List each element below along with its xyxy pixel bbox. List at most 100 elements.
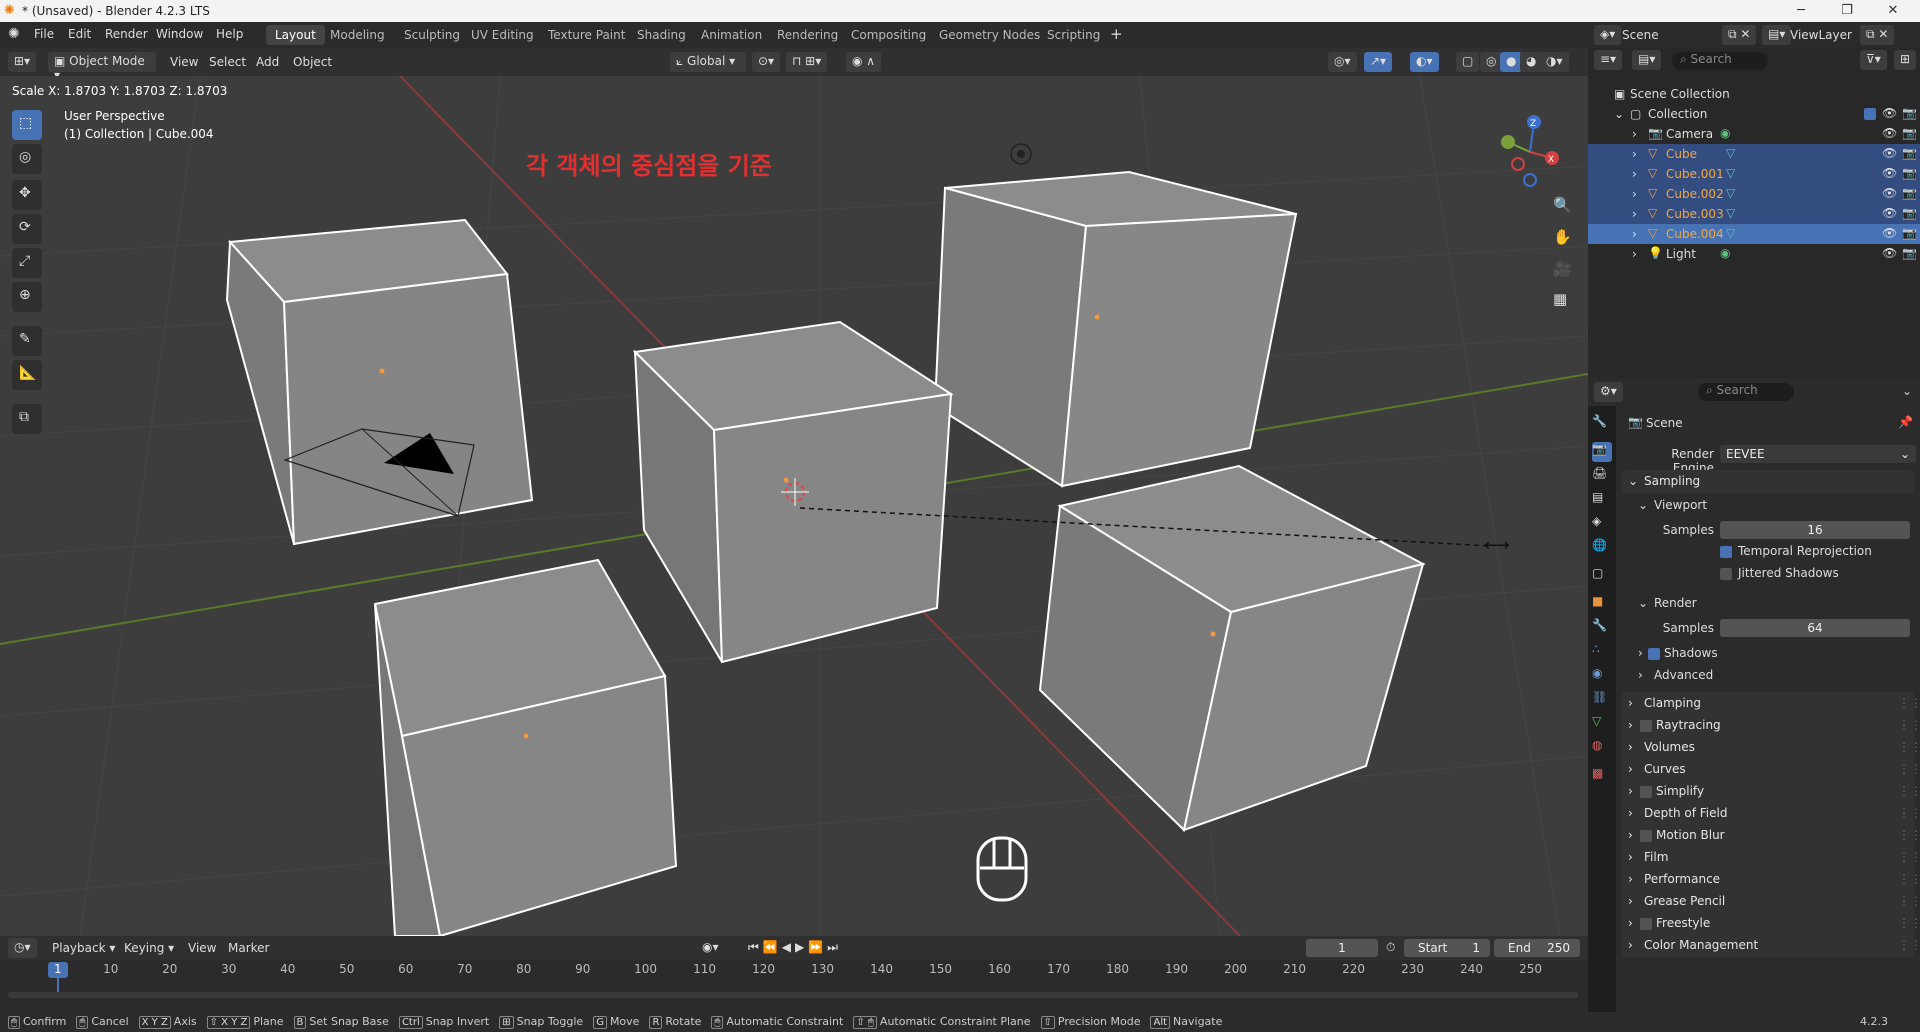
expand-arrow-icon[interactable]: › (1632, 207, 1637, 221)
subsection-render[interactable]: ⌄ Render (1616, 592, 1920, 616)
subsection-advanced[interactable]: › Advanced (1616, 664, 1920, 688)
mesh-data-icon[interactable]: ▽ (1726, 166, 1735, 180)
section-clamping[interactable]: › Clamping ⋮⋮ (1622, 692, 1920, 716)
visibility-eye-icon[interactable]: 👁 (1882, 226, 1897, 240)
render-tab-icon[interactable]: 📷 (1592, 442, 1612, 462)
neg-x-axis-icon[interactable] (1511, 157, 1525, 171)
mesh-data-icon[interactable]: ▽ (1726, 206, 1735, 220)
view-layer-name[interactable]: ViewLayer (1790, 28, 1852, 42)
pivot-icon[interactable]: ⊙▾ (752, 52, 781, 72)
object-tab-icon[interactable]: ■ (1592, 594, 1612, 614)
texture-tab-icon[interactable]: ▩ (1592, 766, 1612, 786)
outliner-item[interactable]: › 📷 Camera ◉ 👁 📷 (1588, 124, 1920, 144)
drag-handle-icon[interactable]: ⋮⋮ (1898, 696, 1920, 710)
constraints-tab-icon[interactable]: ⛓ (1592, 690, 1612, 710)
physics-tab-icon[interactable]: ◉ (1592, 666, 1612, 686)
outliner-search-input[interactable]: ⌕ Search (1672, 52, 1768, 70)
render-camera-icon[interactable]: 📷 (1902, 166, 1917, 180)
shading-rendered-icon[interactable]: ◑▾ (1540, 52, 1569, 72)
modifier-tab-icon[interactable]: 🔧 (1592, 618, 1612, 638)
add-workspace-icon[interactable]: + (1110, 25, 1123, 43)
proportional-edit-icon[interactable]: ◉ ∧ (846, 52, 882, 72)
expand-arrow-icon[interactable]: › (1632, 167, 1637, 181)
expand-arrow-icon[interactable]: › (1632, 227, 1637, 241)
drag-handle-icon[interactable]: ⋮⋮ (1898, 872, 1920, 886)
tab-shading[interactable]: Shading (628, 25, 695, 45)
section-film[interactable]: › Film ⋮⋮ (1622, 846, 1920, 870)
outliner-scene-collection[interactable]: ▣ Scene Collection (1588, 84, 1920, 104)
section-volumes[interactable]: › Volumes ⋮⋮ (1622, 736, 1920, 760)
expand-arrow-icon[interactable]: › (1632, 247, 1637, 261)
drag-handle-icon[interactable]: ⋮⋮ (1898, 806, 1920, 820)
maximize-button[interactable]: ❐ (1824, 0, 1870, 22)
rotate-tool[interactable]: ⟳ (12, 214, 42, 244)
menu-help[interactable]: Help (216, 27, 243, 41)
expand-arrow-icon[interactable]: › (1632, 147, 1637, 161)
measure-tool[interactable]: 📐 (12, 360, 42, 390)
viewport-menu-object[interactable]: Object (293, 55, 332, 69)
xray-icon[interactable]: ▢ (1456, 52, 1480, 72)
new-scene-icon[interactable]: ⧉ ✕ (1722, 25, 1757, 45)
auto-key-icon[interactable]: ◉▾ (702, 940, 719, 954)
close-button[interactable]: ✕ (1870, 0, 1916, 22)
timeline-scrollbar[interactable] (8, 992, 1578, 998)
tab-geometry-nodes[interactable]: Geometry Nodes (930, 25, 1049, 45)
section-simplify[interactable]: › Simplify ⋮⋮ (1622, 780, 1920, 804)
render-engine-dropdown[interactable]: EEVEE ⌄ (1720, 445, 1916, 463)
scene-tab-icon[interactable]: ◈ (1592, 514, 1612, 534)
jittered-shadows-checkbox[interactable] (1720, 568, 1732, 580)
outliner-item[interactable]: › ▽ Cube.003 ▽ 👁 📷 (1588, 204, 1920, 224)
overlay-toggle-icon[interactable]: ◐▾ (1410, 52, 1439, 72)
scene-selector-icon[interactable]: ◈▾ (1594, 25, 1622, 45)
drag-handle-icon[interactable]: ⋮⋮ (1898, 938, 1920, 952)
end-frame-field[interactable]: End 250 (1494, 939, 1580, 957)
annotate-tool[interactable]: ✎ (12, 326, 42, 356)
timeline-menu-view[interactable]: View (188, 941, 216, 955)
preview-range-icon[interactable]: ⏱ (1386, 940, 1395, 955)
collection-checkbox[interactable] (1864, 108, 1876, 120)
navigation-gizmo[interactable]: Z X (1490, 112, 1570, 192)
cube-top-left[interactable] (225, 218, 534, 546)
new-collection-icon[interactable]: ⊞ (1894, 50, 1917, 70)
drag-handle-icon[interactable]: ⋮⋮ (1898, 828, 1920, 842)
move-tool[interactable]: ✥ (12, 180, 42, 210)
tab-animation[interactable]: Animation (692, 25, 771, 45)
mesh-data-icon[interactable]: ▽ (1726, 226, 1735, 240)
viewport-samples-field[interactable]: 16 (1720, 521, 1910, 539)
transform-tool[interactable]: ⊕ (12, 282, 42, 312)
zoom-icon[interactable]: 🔍 (1553, 196, 1572, 214)
visibility-eye-icon[interactable]: 👁 (1882, 186, 1897, 200)
world-tab-icon[interactable]: 🌐 (1592, 538, 1612, 558)
section-raytracing[interactable]: › Raytracing ⋮⋮ (1622, 714, 1920, 738)
collection-render-icon[interactable]: 📷 (1902, 106, 1917, 120)
visibility-icon[interactable]: ◎▾ (1328, 52, 1357, 72)
outliner-item[interactable]: › ▽ Cube.001 ▽ 👁 📷 (1588, 164, 1920, 184)
pan-hand-icon[interactable]: ✋ (1553, 228, 1572, 246)
current-frame-field[interactable]: 1 (1306, 939, 1378, 957)
tab-scripting[interactable]: Scripting (1038, 25, 1109, 45)
viewport-menu-add[interactable]: Add (256, 55, 279, 69)
tool-tab-icon[interactable]: 🔧 (1592, 414, 1612, 434)
section-sampling[interactable]: ⌄ Sampling (1622, 470, 1914, 494)
temporal-reprojection-checkbox[interactable] (1720, 546, 1732, 558)
tab-layout[interactable]: Layout (266, 25, 325, 45)
menu-edit[interactable]: Edit (68, 27, 91, 41)
visibility-eye-icon[interactable]: 👁 (1882, 246, 1897, 260)
minimize-button[interactable]: ─ (1778, 0, 1824, 22)
select-box-tool[interactable]: ⬚ (12, 110, 42, 140)
tab-texture-paint[interactable]: Texture Paint (539, 25, 634, 45)
gizmo-toggle-icon[interactable]: ↗▾ (1364, 52, 1393, 72)
timeline-menu-keying[interactable]: Keying ▾ (124, 941, 174, 955)
mode-dropdown[interactable]: ▣ Object Mode ▾ (48, 52, 156, 82)
tab-uv-editing[interactable]: UV Editing (462, 25, 543, 45)
light-data-icon[interactable]: ◉ (1720, 246, 1730, 260)
expand-arrow-icon[interactable]: › (1632, 127, 1637, 141)
blender-menu-icon[interactable]: ✺ (8, 26, 20, 42)
section-checkbox[interactable] (1640, 786, 1652, 798)
neg-z-axis-icon[interactable] (1523, 173, 1537, 187)
collection-tab-icon[interactable]: ▢ (1592, 566, 1612, 586)
render-camera-icon[interactable]: 📷 (1902, 246, 1917, 260)
render-camera-icon[interactable]: 📷 (1902, 186, 1917, 200)
cursor-tool[interactable]: ◎ (12, 144, 42, 174)
3d-viewport[interactable]: ⟷ Scale X: 1.8703 Y: 1.8703 Z: 1.8703 Us… (0, 76, 1588, 936)
